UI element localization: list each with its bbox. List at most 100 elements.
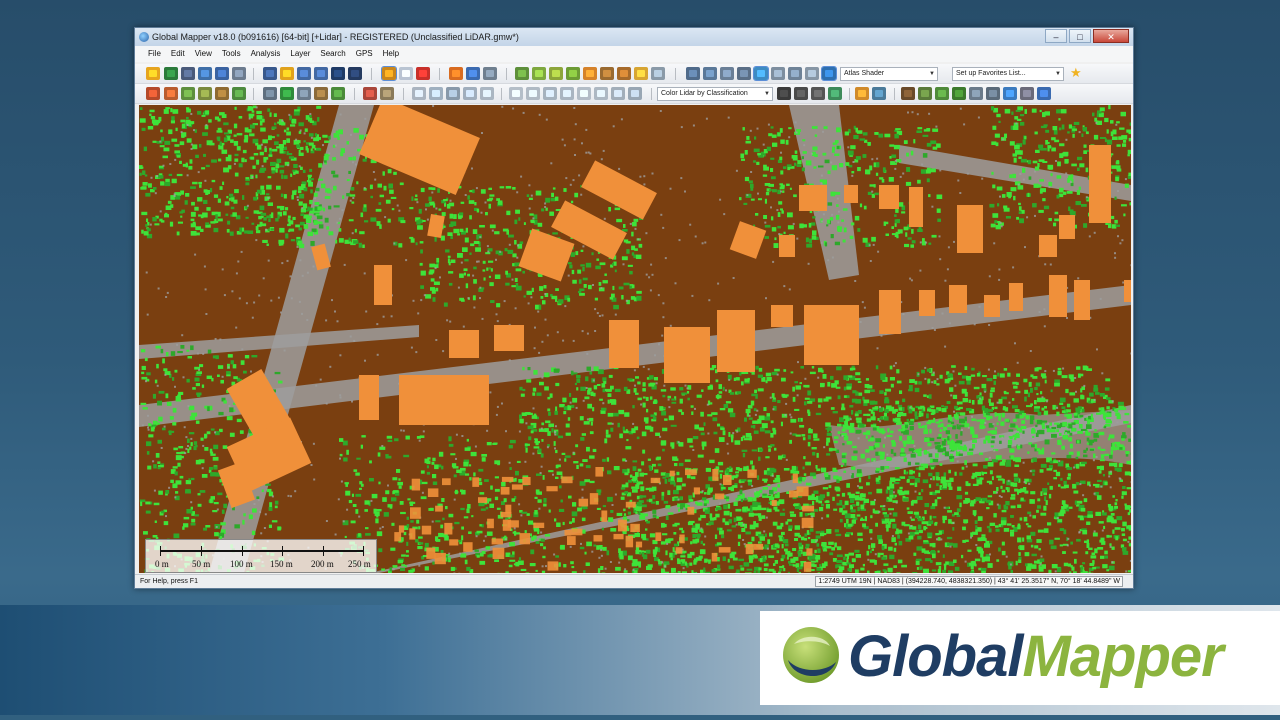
wrench-icon[interactable] bbox=[215, 67, 229, 80]
menu-gps[interactable]: GPS bbox=[351, 46, 378, 62]
elevation-legend-icon[interactable] bbox=[771, 67, 785, 80]
area-tool-icon[interactable] bbox=[526, 87, 540, 100]
tower-class-icon[interactable] bbox=[986, 87, 1000, 100]
gear-2-icon[interactable] bbox=[794, 87, 808, 100]
gps-icon[interactable] bbox=[703, 67, 717, 80]
lidar-pen-icon[interactable] bbox=[363, 87, 377, 100]
cut-fill-icon[interactable] bbox=[617, 67, 631, 80]
contour-icon[interactable] bbox=[566, 67, 580, 80]
separator bbox=[675, 68, 676, 80]
zoom-in-icon[interactable] bbox=[297, 67, 311, 80]
3d-view-icon[interactable] bbox=[720, 67, 734, 80]
title-bar[interactable]: Global Mapper v18.0 (b091616) [64-bit] [… bbox=[135, 28, 1133, 46]
join-tool-icon[interactable] bbox=[594, 87, 608, 100]
maximize-button[interactable]: □ bbox=[1069, 29, 1091, 43]
lidar-target-icon[interactable] bbox=[280, 87, 294, 100]
terrain-icon[interactable] bbox=[515, 67, 529, 80]
line-tool-icon[interactable] bbox=[509, 87, 523, 100]
shader-toggle-icon[interactable] bbox=[753, 66, 769, 81]
layers-icon[interactable] bbox=[232, 67, 246, 80]
terrain-class-icon[interactable] bbox=[901, 87, 915, 100]
globalmapper-logo-icon bbox=[783, 627, 839, 683]
scale-label: 50 m bbox=[192, 559, 211, 569]
menu-tools[interactable]: Tools bbox=[217, 46, 246, 62]
overview-icon[interactable] bbox=[686, 67, 700, 80]
lidar-search-icon[interactable] bbox=[1037, 87, 1051, 100]
tree-class-icon[interactable] bbox=[952, 87, 966, 100]
split-icon[interactable] bbox=[480, 87, 494, 100]
pencil-tool-icon[interactable] bbox=[628, 87, 642, 100]
lidar-veg-icon[interactable] bbox=[198, 87, 212, 100]
favorite-star-icon[interactable]: ★ bbox=[1070, 66, 1082, 80]
back-arrow-icon[interactable] bbox=[331, 67, 345, 80]
circle-tool-icon[interactable] bbox=[560, 87, 574, 100]
water-class-icon[interactable] bbox=[1003, 87, 1017, 100]
close-layer-icon[interactable] bbox=[651, 67, 665, 80]
menu-view[interactable]: View bbox=[190, 46, 217, 62]
edit-shape-icon[interactable] bbox=[611, 87, 625, 100]
lidar-extract-icon[interactable] bbox=[380, 87, 394, 100]
rotate-icon[interactable] bbox=[429, 87, 443, 100]
minimize-button[interactable]: – bbox=[1045, 29, 1067, 43]
rect-tool-icon[interactable] bbox=[543, 87, 557, 100]
globe-icon[interactable] bbox=[164, 67, 178, 80]
info-icon[interactable] bbox=[466, 67, 480, 80]
lidar-path-icon[interactable] bbox=[263, 87, 277, 100]
lidar-filter-icon[interactable] bbox=[314, 87, 328, 100]
menu-edit[interactable]: Edit bbox=[166, 46, 190, 62]
control-center-icon[interactable] bbox=[737, 67, 751, 80]
gear-icon[interactable] bbox=[777, 87, 791, 100]
map-view[interactable]: 0 m 50 m 100 m 150 m 200 m 250 m bbox=[139, 105, 1131, 573]
vertex-icon[interactable] bbox=[446, 87, 460, 100]
lidar-color-select[interactable]: Color Lidar by Classification ▼ bbox=[657, 87, 773, 101]
edit-pencil-icon[interactable] bbox=[381, 66, 397, 81]
menu-layer[interactable]: Layer bbox=[285, 46, 315, 62]
shader-mountain-icon[interactable] bbox=[821, 66, 837, 81]
lidar-grid-icon[interactable] bbox=[297, 87, 311, 100]
move-icon[interactable] bbox=[412, 87, 426, 100]
menu-analysis[interactable]: Analysis bbox=[246, 46, 286, 62]
gear-3-icon[interactable] bbox=[811, 87, 825, 100]
open-folder-icon[interactable] bbox=[146, 67, 160, 80]
shader-select[interactable]: Atlas Shader ▼ bbox=[840, 67, 938, 81]
close-button[interactable]: ✕ bbox=[1093, 29, 1129, 43]
home-icon[interactable] bbox=[348, 67, 362, 80]
save-icon[interactable] bbox=[181, 67, 195, 80]
view-shed-icon[interactable] bbox=[549, 67, 563, 80]
noise-class-icon[interactable] bbox=[1020, 87, 1034, 100]
measure-icon[interactable] bbox=[449, 67, 463, 80]
delete-x-icon[interactable] bbox=[416, 67, 430, 80]
copy-tool-icon[interactable] bbox=[577, 87, 591, 100]
grass-class-icon[interactable] bbox=[918, 87, 932, 100]
bush-class-icon[interactable] bbox=[935, 87, 949, 100]
shader-options-icon[interactable] bbox=[805, 67, 819, 80]
zoom-out-icon[interactable] bbox=[314, 67, 328, 80]
lidar-stats-icon[interactable] bbox=[872, 87, 886, 100]
terrain-profile-icon[interactable] bbox=[532, 67, 546, 80]
move-vertex-icon[interactable] bbox=[463, 87, 477, 100]
favorites-select[interactable]: Set up Favorites List... ▼ bbox=[952, 67, 1064, 81]
image-icon[interactable] bbox=[634, 67, 648, 80]
search-features-icon[interactable] bbox=[483, 67, 497, 80]
zoom-box-icon[interactable] bbox=[263, 67, 277, 80]
funnel-filter-icon[interactable] bbox=[855, 87, 869, 100]
lidar-brush-icon[interactable] bbox=[232, 87, 246, 100]
lidar-building-icon[interactable] bbox=[215, 87, 229, 100]
menu-file[interactable]: File bbox=[143, 46, 166, 62]
menu-search[interactable]: Search bbox=[315, 46, 350, 62]
lidar-edit-icon[interactable] bbox=[331, 87, 345, 100]
lidar-classify-icon[interactable] bbox=[164, 87, 178, 100]
workspace-icon[interactable] bbox=[198, 67, 212, 80]
lidar-profile-icon[interactable] bbox=[828, 87, 842, 100]
path-profile-icon[interactable] bbox=[583, 67, 597, 80]
building-class-icon[interactable] bbox=[969, 87, 983, 100]
lidar-draw-icon[interactable] bbox=[146, 87, 160, 100]
separator bbox=[894, 88, 895, 100]
menu-help[interactable]: Help bbox=[378, 46, 404, 62]
volume-icon[interactable] bbox=[600, 67, 614, 80]
lidar-ground-icon[interactable] bbox=[181, 87, 195, 100]
lidar-point-cloud-map[interactable] bbox=[139, 105, 1131, 573]
select-icon[interactable] bbox=[399, 67, 413, 80]
vertical-exag-icon[interactable] bbox=[788, 67, 802, 80]
pan-hand-icon[interactable] bbox=[280, 67, 294, 80]
